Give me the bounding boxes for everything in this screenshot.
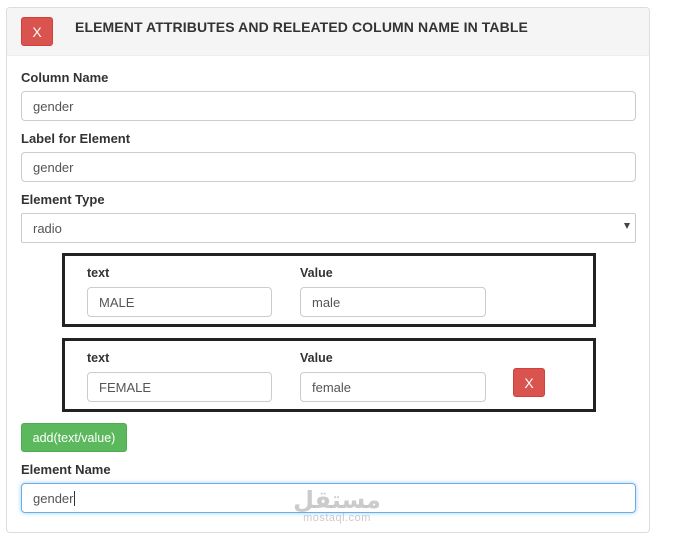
attributes-panel: X ELEMENT ATTRIBUTES AND RELEATED COLUMN… (6, 7, 650, 533)
option-value-input[interactable]: male (300, 287, 486, 317)
option-row: text Value FEMALE female X (62, 338, 596, 412)
element-name-input[interactable]: gender (21, 483, 636, 513)
panel-title: ELEMENT ATTRIBUTES AND RELEATED COLUMN N… (75, 19, 528, 35)
option-text-input[interactable]: MALE (87, 287, 272, 317)
element-name-value: gender (33, 490, 74, 506)
option-value-label: Value (300, 266, 333, 280)
label-for-element-label: Label for Element (21, 131, 131, 146)
text-cursor (74, 490, 76, 506)
element-name-label: Element Name (21, 462, 111, 477)
element-type-label: Element Type (21, 192, 105, 207)
remove-option-button[interactable]: X (513, 368, 545, 397)
column-name-label: Column Name (21, 70, 109, 85)
chevron-down-icon (624, 223, 630, 229)
panel-heading: X ELEMENT ATTRIBUTES AND RELEATED COLUMN… (7, 8, 649, 56)
label-for-element-input[interactable]: gender (21, 152, 636, 182)
option-text-label: text (87, 351, 110, 365)
option-value-value: male (312, 294, 341, 310)
element-type-select[interactable]: radio (21, 213, 636, 243)
option-text-label: text (87, 266, 110, 280)
close-panel-button[interactable]: X (21, 17, 53, 46)
option-row: text Value MALE male (62, 253, 596, 327)
column-name-input[interactable]: gender (21, 91, 636, 121)
column-name-value: gender (33, 98, 74, 114)
add-option-button[interactable]: add(text/value) (21, 423, 127, 452)
element-type-selected: radio (33, 220, 62, 236)
label-for-element-value: gender (33, 159, 74, 175)
option-text-input[interactable]: FEMALE (87, 372, 272, 402)
option-value-input[interactable]: female (300, 372, 486, 402)
option-text-value: FEMALE (99, 379, 152, 395)
option-text-value: MALE (99, 294, 135, 310)
option-value-label: Value (300, 351, 333, 365)
option-value-value: female (312, 379, 352, 395)
